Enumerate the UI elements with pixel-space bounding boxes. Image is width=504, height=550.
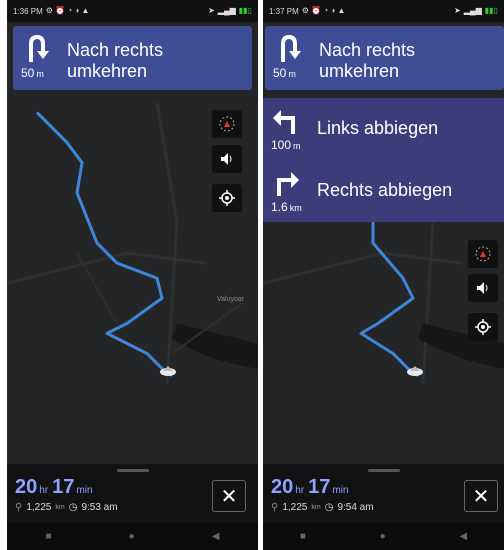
instruction-distance: 50 m	[273, 66, 296, 80]
upcoming-instructions-list: 100 m Links abbiegen 1.6 km Rechts abbiege…	[263, 98, 504, 222]
drag-handle[interactable]	[367, 469, 400, 472]
u-turn-icon	[273, 34, 303, 64]
sound-button[interactable]	[468, 274, 498, 302]
notification-icons: ⚙ ⏰ ◔ ◑ ▲	[45, 6, 90, 15]
eta-details: ⚲ 1,225 km ◷ 9:53 am	[15, 502, 118, 513]
turn-right-icon	[271, 168, 301, 198]
compass-icon	[475, 246, 491, 262]
home-icon[interactable]: ●	[129, 531, 135, 542]
android-nav-bar: ■ ● ◀	[263, 523, 504, 550]
drag-handle[interactable]	[116, 469, 149, 472]
speaker-icon	[221, 153, 232, 165]
sound-button[interactable]	[212, 145, 242, 173]
instruction-text: Rechts abbiegen	[317, 180, 453, 200]
status-bar: 1:37 PM ⚙ ⏰ ◔ ◑ ▲ ➤ ▂▄▆ ▮▮▯	[263, 0, 504, 22]
back-icon[interactable]: ◀	[212, 531, 220, 542]
recenter-button[interactable]	[468, 313, 498, 341]
eta-panel[interactable]: 20 hr 17 min ⚲ 1,225 km ◷ 9:54 am ✕	[263, 464, 504, 523]
signal-icon: ▂▄▆	[463, 6, 482, 15]
signal-icon: ▂▄▆	[217, 6, 236, 15]
pin-icon: ⚲	[15, 502, 23, 513]
eta-duration: 20 hr 17 min	[271, 476, 349, 498]
current-position-icon	[406, 365, 424, 377]
home-icon[interactable]: ●	[380, 531, 386, 542]
status-time: 1:37 PM	[269, 6, 299, 16]
phone-screen-left: 1:36 PM ⚙ ⏰ ◔ ◑ ▲ ➤ ▂▄▆ ▮▮▯ Valuyoar 50 …	[7, 0, 258, 550]
close-button[interactable]: ✕	[212, 480, 246, 512]
location-icon: ➤	[454, 6, 461, 15]
instruction-text: Nach rechts umkehren	[319, 40, 416, 81]
location-icon: ➤	[208, 6, 215, 15]
android-nav-bar: ■ ● ◀	[7, 523, 258, 550]
route-line	[359, 212, 419, 377]
clock-icon: ◷	[324, 502, 334, 513]
eta-panel[interactable]: 20 hr 17 min ⚲ 1,225 km ◷ 9:53 am ✕	[7, 464, 258, 523]
compass-button[interactable]	[212, 110, 242, 138]
phone-screen-right: 1:37 PM ⚙ ⏰ ◔ ◑ ▲ ➤ ▂▄▆ ▮▮▯ 50 m Nach rec…	[263, 0, 504, 550]
compass-button[interactable]	[468, 240, 498, 268]
pin-icon: ⚲	[271, 502, 279, 513]
speaker-icon	[477, 282, 488, 294]
current-instruction-card[interactable]: 50 m Nach rechts umkehren	[265, 26, 504, 90]
recenter-button[interactable]	[212, 184, 242, 212]
back-icon[interactable]: ◀	[459, 531, 467, 542]
clock-icon: ◷	[68, 502, 78, 513]
compass-icon	[219, 116, 235, 132]
route-line	[35, 111, 173, 377]
instruction-text: Links abbiegen	[317, 118, 439, 138]
turn-left-icon	[271, 106, 301, 136]
battery-icon: ▮▮▯	[238, 6, 252, 15]
locate-icon	[475, 319, 491, 335]
status-time: 1:36 PM	[13, 6, 43, 16]
recents-icon[interactable]: ■	[300, 531, 306, 542]
instruction-distance: 50 m	[21, 66, 44, 80]
list-item[interactable]: 100 m Links abbiegen	[263, 98, 504, 160]
instruction-text: Nach rechts umkehren	[67, 40, 164, 81]
locate-icon	[219, 190, 235, 206]
current-instruction-card[interactable]: 50 m Nach rechts umkehren	[13, 26, 252, 90]
list-item[interactable]: 1.6 km Rechts abbiegen	[263, 160, 504, 222]
battery-icon: ▮▮▯	[484, 6, 498, 15]
status-bar: 1:36 PM ⚙ ⏰ ◔ ◑ ▲ ➤ ▂▄▆ ▮▮▯	[7, 0, 258, 22]
map-place-label: Valuyoar	[217, 296, 245, 303]
current-position-icon	[159, 365, 177, 377]
notification-icons: ⚙ ⏰ ◔ ◑ ▲	[301, 6, 346, 15]
eta-duration: 20 hr 17 min	[15, 476, 93, 498]
u-turn-icon	[21, 34, 51, 64]
close-button[interactable]: ✕	[464, 480, 498, 512]
recents-icon[interactable]: ■	[46, 531, 52, 542]
eta-details: ⚲ 1,225 km ◷ 9:54 am	[271, 502, 374, 513]
